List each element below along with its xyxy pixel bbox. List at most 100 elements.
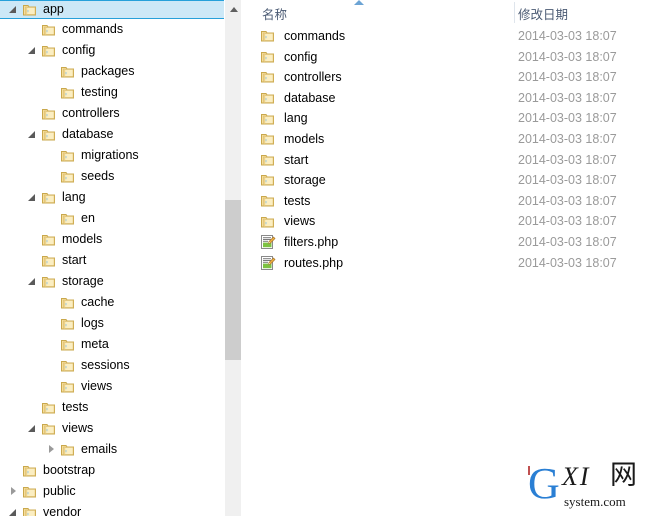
- tree-item-bootstrap[interactable]: bootstrap: [0, 460, 241, 481]
- chevron-down-icon[interactable]: [25, 271, 41, 292]
- tree-item-models[interactable]: models: [0, 229, 241, 250]
- tree-item-emails[interactable]: emails: [0, 439, 241, 460]
- file-name: config: [284, 49, 318, 64]
- folder-icon: [60, 211, 76, 227]
- folder-icon: [41, 421, 57, 437]
- file-date-modified: 2014-03-03 18:07: [518, 255, 617, 270]
- folder-icon: [60, 379, 76, 395]
- file-name: tests: [284, 193, 311, 208]
- folder-icon: [60, 64, 76, 80]
- tree-item-label: controllers: [62, 106, 120, 120]
- file-date-modified: 2014-03-03 18:07: [518, 152, 617, 167]
- folder-icon: [260, 214, 276, 230]
- file-list-row[interactable]: views 2014-03-03 18:07: [241, 211, 654, 232]
- folder-icon: [41, 253, 57, 269]
- tree-item-app[interactable]: app: [0, 0, 241, 19]
- tree-item-public[interactable]: public: [0, 481, 241, 502]
- chevron-down-icon[interactable]: [6, 502, 22, 516]
- file-name: storage: [284, 173, 326, 188]
- tree-item-meta[interactable]: meta: [0, 334, 241, 355]
- folder-icon: [260, 152, 276, 168]
- file-name: models: [284, 131, 325, 146]
- chevron-down-icon[interactable]: [25, 187, 41, 208]
- file-date-modified: 2014-03-03 18:07: [518, 214, 617, 229]
- tree-item-en[interactable]: en: [0, 208, 241, 229]
- tree-item-seeds[interactable]: seeds: [0, 166, 241, 187]
- file-list-rows: commands 2014-03-03 18:07 config 2014-03-03…: [241, 26, 654, 273]
- watermark-letters-xi: XI: [562, 462, 591, 491]
- scroll-up-arrow-icon[interactable]: [225, 0, 241, 17]
- tree-item-database[interactable]: database: [0, 124, 241, 145]
- column-header-date-modified[interactable]: 修改日期: [518, 4, 568, 23]
- file-list-row[interactable]: commands 2014-03-03 18:07: [241, 26, 654, 47]
- php-file-icon: [260, 234, 276, 250]
- file-list-pane[interactable]: 名称 修改日期 commands 2014-03-03 18:07 config 20…: [241, 0, 654, 516]
- folder-icon: [60, 442, 76, 458]
- file-list-row[interactable]: config 2014-03-03 18:07: [241, 47, 654, 68]
- file-date-modified: 2014-03-03 18:07: [518, 29, 617, 43]
- folder-icon: [41, 43, 57, 59]
- file-list-row[interactable]: storage 2014-03-03 18:07: [241, 170, 654, 191]
- folder-icon: [260, 69, 276, 85]
- tree-vertical-scrollbar[interactable]: [224, 0, 241, 516]
- folder-tree-list: app commands config packages testing controll…: [0, 0, 241, 516]
- tree-item-lang[interactable]: lang: [0, 187, 241, 208]
- folder-tree-pane[interactable]: app commands config packages testing controll…: [0, 0, 241, 516]
- file-list-row[interactable]: tests 2014-03-03 18:07: [241, 191, 654, 212]
- tree-item-vendor[interactable]: vendor: [0, 502, 241, 516]
- watermark-letter-g: G: [528, 459, 560, 508]
- file-date-modified: 2014-03-03 18:07: [518, 131, 617, 146]
- tree-item-views[interactable]: views: [0, 418, 241, 439]
- file-list-row[interactable]: start 2014-03-03 18:07: [241, 150, 654, 171]
- folder-icon: [41, 274, 57, 290]
- tree-item-migrations[interactable]: migrations: [0, 145, 241, 166]
- tree-item-label: bootstrap: [43, 463, 96, 477]
- file-date-modified: 2014-03-03 18:07: [518, 49, 617, 64]
- tree-item-label: packages: [81, 64, 135, 78]
- tree-item-start[interactable]: start: [0, 250, 241, 271]
- file-list-row[interactable]: lang 2014-03-03 18:07: [241, 108, 654, 129]
- chevron-down-icon[interactable]: [6, 0, 22, 20]
- tree-item-packages[interactable]: packages: [0, 61, 241, 82]
- tree-item-label: sessions: [81, 358, 130, 372]
- tree-item-cache[interactable]: cache: [0, 292, 241, 313]
- folder-icon: [60, 316, 76, 332]
- tree-item-label: meta: [81, 337, 109, 351]
- chevron-right-icon[interactable]: [44, 439, 60, 460]
- tree-item-label: lang: [62, 190, 86, 204]
- file-list-row[interactable]: routes.php 2014-03-03 18:07: [241, 253, 654, 274]
- sort-ascending-icon: [354, 0, 364, 5]
- tree-item-storage[interactable]: storage: [0, 271, 241, 292]
- tree-item-tests[interactable]: tests: [0, 397, 241, 418]
- tree-item-commands[interactable]: commands: [0, 19, 241, 40]
- tree-item-testing[interactable]: testing: [0, 82, 241, 103]
- folder-icon: [260, 90, 276, 106]
- column-header-row: 名称 修改日期: [241, 0, 654, 26]
- folder-icon: [260, 111, 276, 127]
- tree-item-config[interactable]: config: [0, 40, 241, 61]
- tree-item-logs[interactable]: logs: [0, 313, 241, 334]
- file-list-row[interactable]: controllers 2014-03-03 18:07: [241, 67, 654, 88]
- column-header-name[interactable]: 名称: [262, 4, 287, 23]
- chevron-right-icon[interactable]: [6, 481, 22, 502]
- tree-item-views[interactable]: views: [0, 376, 241, 397]
- chevron-down-icon[interactable]: [25, 124, 41, 145]
- chevron-down-icon[interactable]: [25, 40, 41, 61]
- file-name: start: [284, 152, 309, 167]
- tree-item-sessions[interactable]: sessions: [0, 355, 241, 376]
- watermark: G XI 网 system.com: [526, 456, 646, 512]
- file-list-row[interactable]: filters.php 2014-03-03 18:07: [241, 232, 654, 253]
- tree-item-label: app: [43, 2, 64, 16]
- tree-item-controllers[interactable]: controllers: [0, 103, 241, 124]
- folder-icon: [22, 2, 38, 18]
- folder-icon: [41, 106, 57, 122]
- tree-item-label: config: [62, 43, 96, 57]
- file-list-row[interactable]: models 2014-03-03 18:07: [241, 129, 654, 150]
- chevron-down-icon[interactable]: [25, 418, 41, 439]
- column-divider[interactable]: [514, 2, 515, 23]
- folder-icon: [260, 28, 276, 44]
- tree-item-label: public: [43, 484, 76, 498]
- scrollbar-thumb[interactable]: [225, 200, 241, 360]
- file-list-row[interactable]: database 2014-03-03 18:07: [241, 88, 654, 109]
- folder-icon: [260, 49, 276, 65]
